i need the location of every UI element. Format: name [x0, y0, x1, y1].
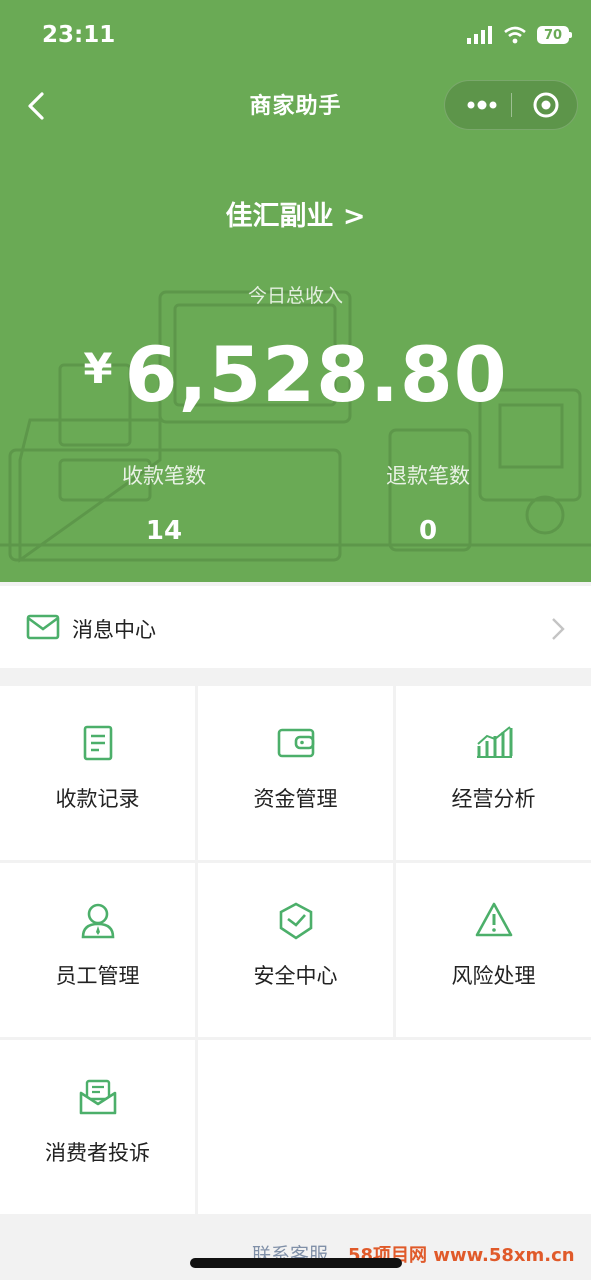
grid-item-label: 员工管理	[55, 964, 140, 988]
grid-item-fund-management[interactable]: 资金管理	[198, 686, 393, 860]
header-panel: 23:11 70 商家助手 佳汇副业 > 今日总收入 ¥ 6,528.80 收款…	[0, 0, 591, 582]
status-icons: 70	[467, 26, 572, 44]
status-time: 23:11	[42, 22, 116, 48]
grid-item-security-center[interactable]: 安全中心	[198, 863, 393, 1037]
income-amount-row: ¥6,528.80	[0, 330, 591, 419]
income-amount: 6,528.80	[124, 330, 508, 419]
wallet-icon	[277, 728, 314, 758]
message-center-row[interactable]: 消息中心	[0, 586, 591, 668]
mini-program-capsule	[444, 80, 578, 130]
wifi-icon	[504, 26, 526, 44]
grid-item-label: 资金管理	[253, 787, 338, 811]
stat-payments[interactable]: 收款笔数 14	[64, 460, 264, 546]
signal-icon	[467, 26, 492, 44]
grid-item-label: 消费者投诉	[45, 1141, 150, 1165]
warning-icon	[475, 902, 512, 937]
stat-label: 退款笔数	[386, 464, 470, 488]
grid-empty-cell	[198, 1040, 591, 1214]
close-target-icon[interactable]	[525, 81, 575, 129]
stat-value: 0	[418, 516, 438, 546]
chevron-right-icon	[552, 618, 565, 640]
currency-symbol: ¥	[83, 344, 113, 393]
grid-item-risk-handling[interactable]: 风险处理	[396, 863, 591, 1037]
grid-item-staff-management[interactable]: 员工管理	[0, 863, 195, 1037]
home-indicator[interactable]	[190, 1258, 402, 1268]
shield-icon	[279, 902, 312, 940]
bar-chart-icon	[476, 726, 512, 758]
battery-indicator: 70	[537, 26, 572, 44]
grid-item-label: 收款记录	[55, 787, 140, 811]
stat-label: 收款笔数	[122, 464, 206, 488]
grid-item-label: 安全中心	[253, 964, 338, 988]
capsule-divider	[511, 93, 512, 117]
grid-item-payment-records[interactable]: 收款记录	[0, 686, 195, 860]
grid-item-label: 风险处理	[451, 964, 536, 988]
income-label: 今日总收入	[247, 285, 343, 307]
staff-icon	[81, 903, 114, 939]
stat-value: 14	[145, 516, 183, 546]
stat-refunds[interactable]: 退款笔数 0	[328, 460, 528, 546]
receipt-icon	[83, 725, 112, 761]
grid-item-label: 经营分析	[451, 787, 536, 811]
complaint-mail-icon	[79, 1079, 116, 1115]
grid-item-business-analysis[interactable]: 经营分析	[396, 686, 591, 860]
envelope-icon	[26, 614, 60, 640]
message-center-label: 消息中心	[72, 618, 156, 642]
grid-item-consumer-complaints[interactable]: 消费者投诉	[0, 1040, 195, 1214]
more-dots-icon[interactable]	[457, 81, 507, 129]
merchant-name-link[interactable]: 佳汇副业 >	[0, 194, 591, 233]
